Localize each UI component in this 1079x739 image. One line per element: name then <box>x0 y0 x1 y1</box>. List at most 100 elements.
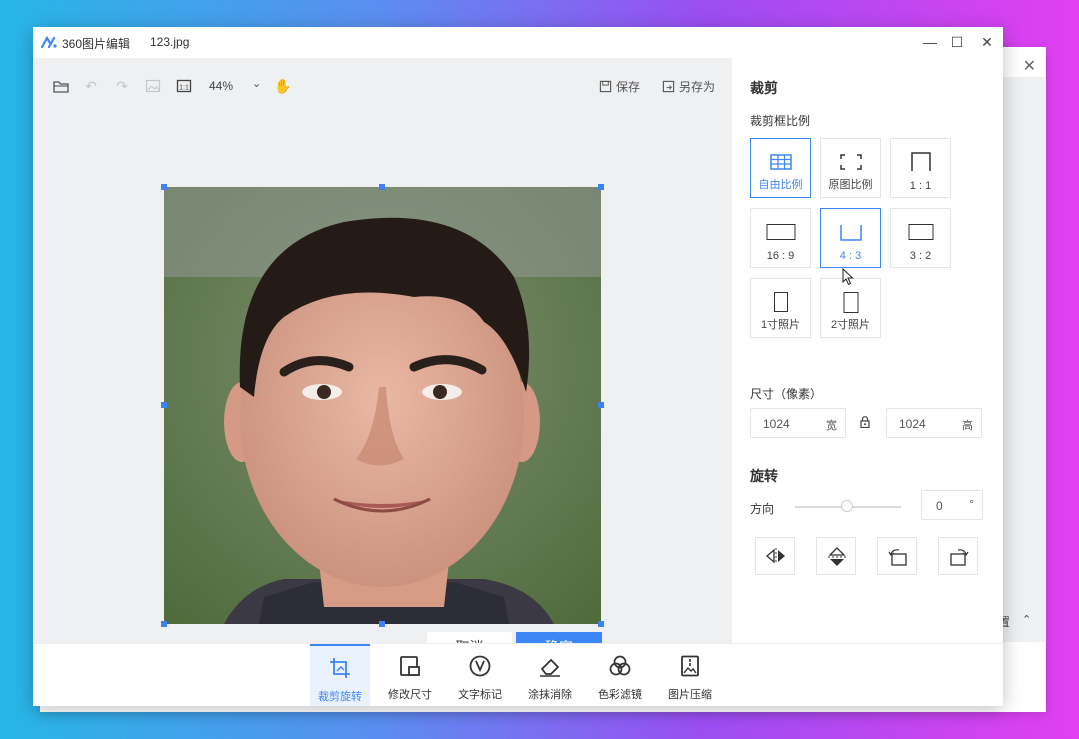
svg-text:1:1: 1:1 <box>179 84 189 91</box>
lock-ratio-icon[interactable] <box>860 416 870 428</box>
ratio-section-label: 裁剪框比例 <box>750 114 811 128</box>
angle-value: 0 <box>936 499 943 513</box>
color-filter-icon <box>609 655 631 676</box>
ratio-label: 4 : 3 <box>839 250 862 262</box>
tool-eraser[interactable]: 涂抹消除 <box>520 644 580 706</box>
chevron-down-icon[interactable]: ⌄ <box>252 77 261 90</box>
width-input[interactable]: 1024 宽 <box>750 408 846 438</box>
crop-icon <box>330 658 350 678</box>
zoom-level[interactable]: 44% <box>209 79 233 93</box>
direction-label: 方向 <box>750 502 775 516</box>
ratio-label: 3 : 2 <box>909 250 932 262</box>
save-icon <box>599 80 612 93</box>
portrait-illustration <box>164 187 601 624</box>
crop-handle-top-left[interactable] <box>161 184 167 190</box>
save-label: 保存 <box>616 80 641 94</box>
ratio-3-2[interactable]: 3 : 2 <box>890 208 951 268</box>
crop-panel: 裁剪 裁剪框比例 自由比例 原图比例 1 : 1 16 : 9 4: 3 3 … <box>732 58 1003 643</box>
minimize-icon[interactable]: — <box>917 31 943 53</box>
app-logo-icon <box>41 36 57 48</box>
angle-input[interactable]: 0 ° <box>921 490 983 520</box>
height-input[interactable]: 1024 高 <box>886 408 982 438</box>
rotate-left-icon <box>888 549 907 566</box>
tool-crop-rotate[interactable]: 裁剪旋转 <box>310 644 370 706</box>
canvas-area: ↶ ↷ 1:1 44% ⌄ ✋ 保存 另存为 <box>33 58 732 662</box>
one-inch-photo-icon <box>773 292 788 312</box>
tool-label: 图片压缩 <box>668 689 712 701</box>
ratio-4-3-icon <box>840 225 862 241</box>
height-value: 1024 <box>899 417 926 431</box>
size-section-label: 尺寸（像素） <box>750 387 823 401</box>
ratio-3-2-icon <box>908 224 933 240</box>
undo-icon[interactable]: ↶ <box>82 77 100 95</box>
crop-handle-bottom-left[interactable] <box>161 621 167 627</box>
flip-vertical-icon <box>828 547 846 566</box>
ratio-label: 1 : 1 <box>909 180 932 192</box>
tool-resize[interactable]: 修改尺寸 <box>380 644 440 706</box>
ratio-label: 原图比例 <box>828 179 873 191</box>
background-close-icon[interactable]: ✕ <box>1023 56 1036 76</box>
resize-icon <box>400 656 420 676</box>
flip-vertical-button[interactable] <box>816 537 856 575</box>
angle-unit: ° <box>969 497 974 511</box>
square-icon <box>911 152 931 171</box>
crop-handle-bottom-right[interactable] <box>598 621 604 627</box>
image-icon[interactable] <box>144 77 162 95</box>
compress-icon <box>681 655 699 677</box>
photo-image <box>164 187 601 624</box>
ratio-16-9[interactable]: 16 : 9 <box>750 208 811 268</box>
ratio-4-3[interactable]: 4 : 3 <box>820 208 881 268</box>
app-title: 360图片编辑 <box>62 37 131 51</box>
two-inch-photo-icon <box>843 292 858 313</box>
eraser-icon <box>540 658 560 677</box>
rotate-section-title: 旋转 <box>750 468 778 484</box>
app-window: 360图片编辑 123.jpg — ☐ ✕ ↶ ↷ 1:1 44% ⌄ ✋ 保存… <box>33 27 1003 706</box>
ratio-label: 1寸照片 <box>760 319 801 331</box>
tool-text-mark[interactable]: 文字标记 <box>450 644 510 706</box>
rotation-slider-thumb[interactable] <box>841 500 853 512</box>
save-as-label: 另存为 <box>679 80 716 94</box>
tool-color-filter[interactable]: 色彩滤镜 <box>590 644 650 706</box>
close-icon[interactable]: ✕ <box>974 31 1000 53</box>
ratio-original[interactable]: 原图比例 <box>820 138 881 198</box>
tool-label: 修改尺寸 <box>388 689 432 701</box>
redo-icon[interactable]: ↷ <box>113 77 131 95</box>
flip-horizontal-button[interactable] <box>755 537 795 575</box>
rotate-left-button[interactable] <box>877 537 917 575</box>
crop-handle-bottom[interactable] <box>379 621 385 627</box>
actual-size-icon[interactable]: 1:1 <box>175 77 193 95</box>
ratio-2-inch-photo[interactable]: 2寸照片 <box>820 278 881 338</box>
height-unit: 高 <box>962 420 973 432</box>
crop-handle-top[interactable] <box>379 184 385 190</box>
file-name: 123.jpg <box>150 35 190 49</box>
chevron-up-icon[interactable]: ⌃ <box>1022 613 1031 626</box>
crop-handle-top-right[interactable] <box>598 184 604 190</box>
tool-label: 文字标记 <box>458 689 502 701</box>
grid-icon <box>770 154 792 170</box>
save-button[interactable]: 保存 <box>599 78 640 95</box>
ratio-1-inch-photo[interactable]: 1寸照片 <box>750 278 811 338</box>
text-mark-icon <box>469 655 491 677</box>
tool-label: 裁剪旋转 <box>318 691 362 703</box>
maximize-icon[interactable]: ☐ <box>944 31 970 53</box>
save-as-button[interactable]: 另存为 <box>662 78 715 95</box>
ratio-label: 2寸照片 <box>830 319 871 331</box>
ratio-label: 16 : 9 <box>766 250 795 262</box>
ratio-label: 自由比例 <box>758 179 803 191</box>
crop-handle-right[interactable] <box>598 402 604 408</box>
rotate-right-icon <box>950 549 969 566</box>
tool-label: 涂抹消除 <box>528 689 572 701</box>
rotate-right-button[interactable] <box>938 537 978 575</box>
ratio-free[interactable]: 自由比例 <box>750 138 811 198</box>
flip-horizontal-icon <box>766 548 785 564</box>
tool-compress[interactable]: 图片压缩 <box>660 644 720 706</box>
width-unit: 宽 <box>826 420 837 432</box>
mouse-cursor-icon <box>842 268 854 286</box>
crop-handle-left[interactable] <box>161 402 167 408</box>
bracket-frame-icon <box>840 154 862 170</box>
hand-tool-icon[interactable]: ✋ <box>274 77 292 95</box>
title-bar: 360图片编辑 123.jpg — ☐ ✕ <box>33 27 1003 58</box>
open-folder-icon[interactable] <box>52 77 70 95</box>
bottom-toolbar: 裁剪旋转 修改尺寸 文字标记 涂抹消除 色彩滤镜 图片压缩 <box>33 643 1003 706</box>
ratio-1-1[interactable]: 1 : 1 <box>890 138 951 198</box>
